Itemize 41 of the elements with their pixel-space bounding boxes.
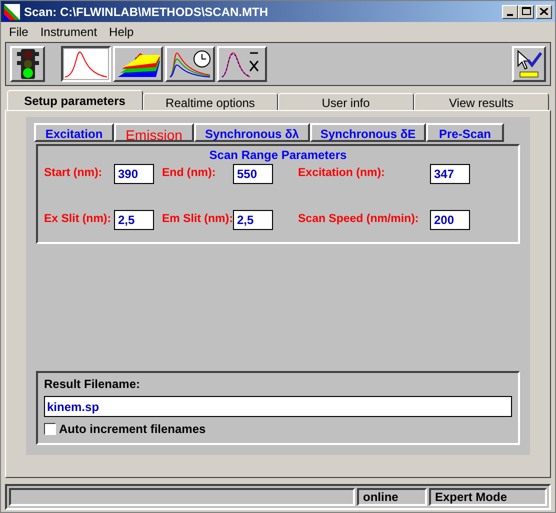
cursor-check-icon [516,50,542,78]
menu-item[interactable]: File [3,23,34,41]
field-label: Start (nm): [44,166,104,182]
scan-type-tab[interactable]: Pre-Scan [426,123,504,142]
tab[interactable]: User info [278,93,414,110]
input-field[interactable]: 200 [430,210,470,230]
spectra-clock-icon [168,49,212,79]
toolbar-button[interactable] [61,46,111,82]
field-label: Result Filename: [44,376,142,393]
input-field[interactable]: 2,5 [233,210,273,230]
input-field[interactable]: 347 [430,164,470,184]
scan-type-tab[interactable]: Excitation [34,123,114,142]
tab[interactable]: Setup parameters [7,90,142,110]
checkbox-label: Auto increment filenames [59,421,206,438]
field-label: Scan Speed (nm/min): [298,212,420,228]
menu-item[interactable]: Instrument [34,23,104,41]
field-label: Excitation (nm): [298,166,386,182]
maximize-button[interactable] [518,4,534,18]
field-label: Em Slit (nm): [162,212,233,228]
window-title: Scan: C:\FLWINLAB\METHODS\SCAN.MTH [24,4,269,20]
minimize-button[interactable] [502,4,518,18]
close-icon [540,8,548,15]
spectrum-icon [64,49,108,79]
status-text: Expert Mode [429,488,547,506]
traffic-light-icon [16,49,38,79]
checkbox[interactable] [44,423,56,435]
input-field[interactable]: 550 [233,164,273,184]
tab[interactable]: View results [414,93,549,110]
input-field[interactable]: 2,5 [114,210,154,230]
status-text: online [357,488,427,506]
field-label: Ex Slit (nm): [44,212,112,228]
input-field[interactable]: 390 [114,164,154,184]
filename-field[interactable]: kinem.sp [44,396,512,417]
panel-title: Scan Range Parameters [209,148,347,162]
close-button[interactable] [536,4,552,18]
field-label: End (nm): [162,166,217,182]
app-icon [4,4,20,20]
tab[interactable]: Realtime options [142,93,278,110]
scan-type-tab[interactable]: Synchronous δE [310,123,426,142]
scan-type-tab[interactable]: Synchronous δλ [194,123,310,142]
menu-item[interactable]: Help [103,23,140,41]
